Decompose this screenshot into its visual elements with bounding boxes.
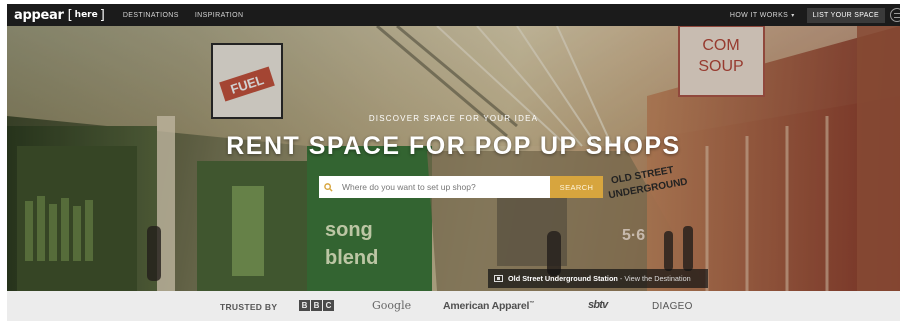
caption-place: Old Street Underground Station: [508, 274, 618, 283]
hero-headline: RENT SPACE FOR POP UP SHOPS: [226, 132, 681, 160]
how-it-works-label: HOW IT WORKS: [729, 11, 789, 19]
view-destination-link[interactable]: View the Destination: [624, 274, 690, 283]
top-navbar: appear [here] DESTINATIONS INSPIRATION H…: [7, 4, 900, 26]
logo-text: appear: [14, 7, 64, 23]
trusted-by-label: TRUSTED BY: [220, 302, 278, 312]
hero-tagline: DISCOVER SPACE FOR YOUR IDEA: [368, 114, 539, 123]
google-logo: Google: [372, 299, 412, 312]
nav-link-inspiration[interactable]: INSPIRATION: [195, 12, 244, 19]
photo-caption: Old Street Underground Station - View th…: [488, 269, 708, 288]
nav-right-group: HOW IT WORKS ▾ LIST YOUR SPACE: [730, 4, 900, 26]
trusted-by-bar: TRUSTED BY BBC Google American Apparel™ …: [7, 291, 900, 321]
bbc-logo: BBC: [299, 300, 335, 311]
photo-icon: [494, 275, 503, 282]
hero-banner: FUEL COM SOUP song blend OLD STREET UNDE…: [7, 26, 900, 291]
search-button[interactable]: SEARCH: [550, 176, 603, 198]
logo[interactable]: appear [here]: [14, 8, 105, 23]
how-it-works-menu[interactable]: HOW IT WORKS ▾: [730, 12, 795, 19]
location-search-input[interactable]: [338, 176, 550, 198]
list-your-space-button[interactable]: LIST YOUR SPACE: [806, 7, 885, 23]
logo-box-text: here: [74, 10, 98, 20]
logo-here-box: [here]: [67, 7, 105, 23]
diageo-logo: DIAGEO: [652, 301, 693, 312]
american-apparel-logo: American Apparel™: [443, 300, 535, 312]
user-menu-icon[interactable]: [890, 8, 900, 22]
location-search-bar: SEARCH: [319, 176, 603, 198]
sbtv-logo: sbtv: [588, 299, 608, 311]
search-icon: [319, 176, 338, 198]
chevron-down-icon: ▾: [791, 12, 795, 19]
nav-link-destinations[interactable]: DESTINATIONS: [123, 12, 179, 19]
caption-separator: -: [619, 274, 623, 283]
